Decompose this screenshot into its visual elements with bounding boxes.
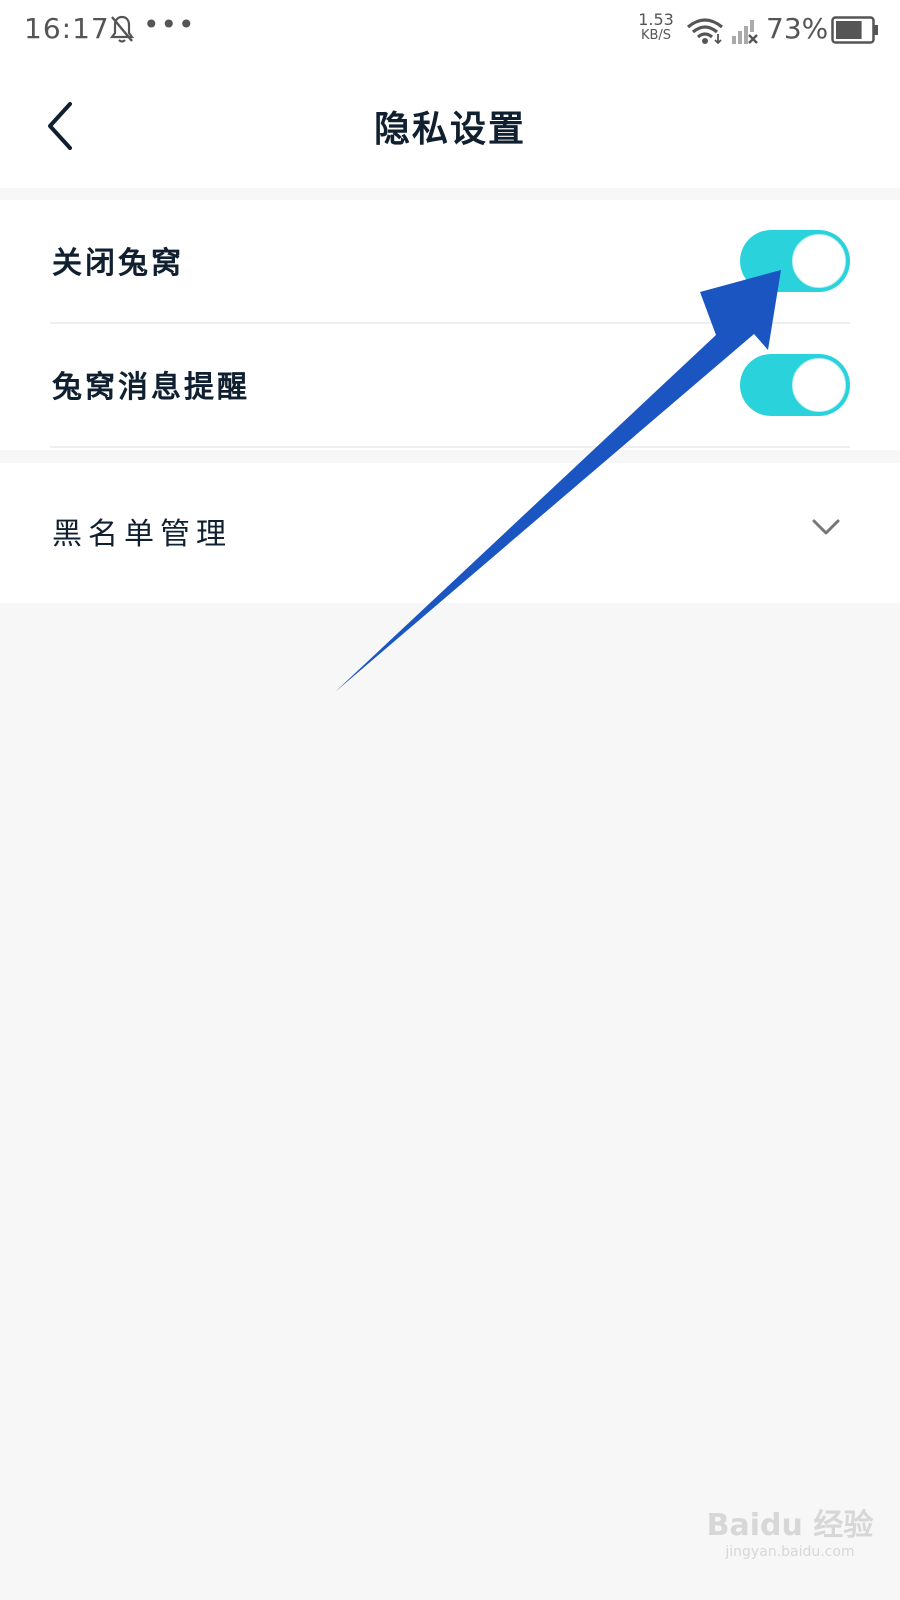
close-tuwo-label: 关闭兔窝 [52, 246, 184, 281]
divider [50, 446, 850, 448]
chevron-down-icon[interactable] [810, 515, 842, 539]
battery-percent: 73% [766, 12, 829, 45]
battery-icon [831, 16, 878, 44]
network-speed-unit: KB/S [640, 28, 672, 43]
wifi-icon [686, 18, 724, 45]
status-time: 16:17 [24, 12, 110, 45]
toggle-knob [792, 234, 846, 288]
blacklist-label: 黑名单管理 [52, 517, 232, 552]
toggle-knob [792, 358, 846, 412]
status-bar: 16:17 ••• 1.53 KB/S 73% [0, 0, 900, 64]
tuwo-notify-toggle[interactable] [740, 354, 850, 416]
tuwo-notify-label: 兔窝消息提醒 [52, 370, 250, 405]
close-tuwo-toggle[interactable] [740, 230, 850, 292]
baidu-jingyan-watermark: Baidu 经验 jingyan.baidu.com [690, 1500, 890, 1560]
network-speed-value: 1.53 [638, 10, 674, 29]
privacy-toggle-section: 关闭兔窝 兔窝消息提醒 [0, 200, 900, 450]
signal-icon [732, 20, 758, 44]
setting-row-tuwo-notify: 兔窝消息提醒 [0, 324, 900, 448]
bell-muted-icon [109, 15, 135, 43]
page-title: 隐私设置 [373, 108, 526, 150]
blacklist-row[interactable]: 黑名单管理 [0, 463, 900, 603]
title-bar: 隐私设置 [0, 64, 900, 188]
network-speed: 1.53 KB/S [634, 12, 678, 44]
watermark-brand: Baidu 经验 [706, 1508, 874, 1543]
watermark-site: jingyan.baidu.com [725, 1544, 855, 1560]
setting-row-close-tuwo: 关闭兔窝 [0, 200, 900, 324]
more-notifications-icon: ••• [143, 8, 196, 41]
